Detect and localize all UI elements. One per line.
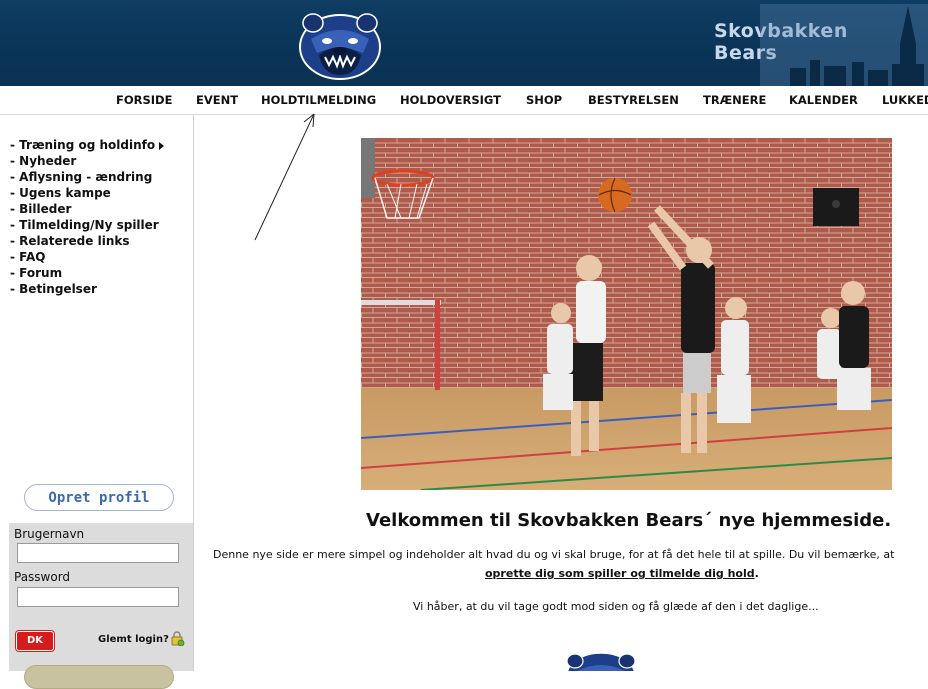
main-navigation: FORSIDE EVENT HOLDTILMELDING HOLDOVERSIG… (0, 86, 928, 115)
sidebar-item-forum[interactable]: - Forum (10, 265, 164, 281)
sidebar-item-label: - Træning og holdinfo (10, 138, 156, 152)
login-panel: Brugernavn Password DK Glemt login? (9, 523, 193, 671)
sidebar-item-links[interactable]: - Relaterede links (10, 233, 164, 249)
password-input[interactable] (17, 587, 179, 607)
basketball-photo (361, 138, 892, 490)
closing-text: Vi håber, at du vil tage godt mod siden … (413, 600, 819, 613)
sidebar-bottom-button[interactable] (24, 665, 174, 689)
nav-lukked[interactable]: LUKKED (882, 86, 928, 114)
sidebar-item-traening[interactable]: - Træning og holdinfo (10, 137, 165, 153)
site-header: Skovbakken Bears (0, 0, 928, 86)
sidebar-item-aflysning[interactable]: - Aflysning - ændring (10, 169, 164, 185)
bear-head-logo[interactable] (297, 9, 383, 81)
nav-bestyrelsen[interactable]: BESTYRELSEN (588, 86, 679, 114)
password-label: Password (14, 570, 71, 584)
sidebar-item-betingelser[interactable]: - Betingelser (10, 281, 164, 297)
annotation-arrow (254, 113, 315, 241)
username-input[interactable] (17, 543, 179, 563)
nav-holdoversigt[interactable]: HOLDOVERSIGT (400, 86, 501, 114)
register-player-link[interactable]: oprette dig som spiller og tilmelde dig … (485, 567, 755, 580)
city-skyline-graphic (760, 4, 928, 86)
sidebar-item-nyheder[interactable]: - Nyheder (10, 153, 164, 169)
nav-traenere[interactable]: TRÆNERE (703, 86, 766, 114)
intro-link-line: oprette dig som spiller og tilmelde dig … (485, 567, 759, 580)
nav-kalender[interactable]: KALENDER (789, 86, 858, 114)
bear-head-logo-footer (566, 652, 636, 671)
intro-text: Denne nye side er mere simpel og indehol… (213, 548, 895, 561)
nav-holdtilmelding[interactable]: HOLDTILMELDING (261, 86, 376, 114)
nav-forside[interactable]: FORSIDE (116, 86, 172, 114)
sidebar-item-faq[interactable]: - FAQ (10, 249, 164, 265)
intro-link-suffix: . (754, 567, 759, 580)
create-profile-button[interactable]: Opret profil (24, 484, 174, 511)
forgot-login-link[interactable]: Glemt login? (98, 634, 169, 645)
sidebar-menu: - Træning og holdinfo - Nyheder - Aflysn… (10, 137, 165, 297)
lock-icon (171, 631, 185, 646)
username-label: Brugernavn (14, 527, 85, 541)
nav-shop[interactable]: SHOP (526, 86, 562, 114)
left-sidebar: - Træning og holdinfo - Nyheder - Aflysn… (0, 115, 194, 689)
welcome-heading: Velkommen til Skovbakken Bears´ nye hjem… (366, 510, 892, 531)
triangle-right-icon (159, 141, 165, 150)
dk-badge-icon[interactable]: DK (16, 631, 54, 651)
sidebar-item-billeder[interactable]: - Billeder (10, 201, 164, 217)
sidebar-item-tilmelding[interactable]: - Tilmelding/Ny spiller (10, 217, 164, 233)
nav-event[interactable]: EVENT (196, 86, 238, 114)
sidebar-item-ugens-kampe[interactable]: - Ugens kampe (10, 185, 164, 201)
